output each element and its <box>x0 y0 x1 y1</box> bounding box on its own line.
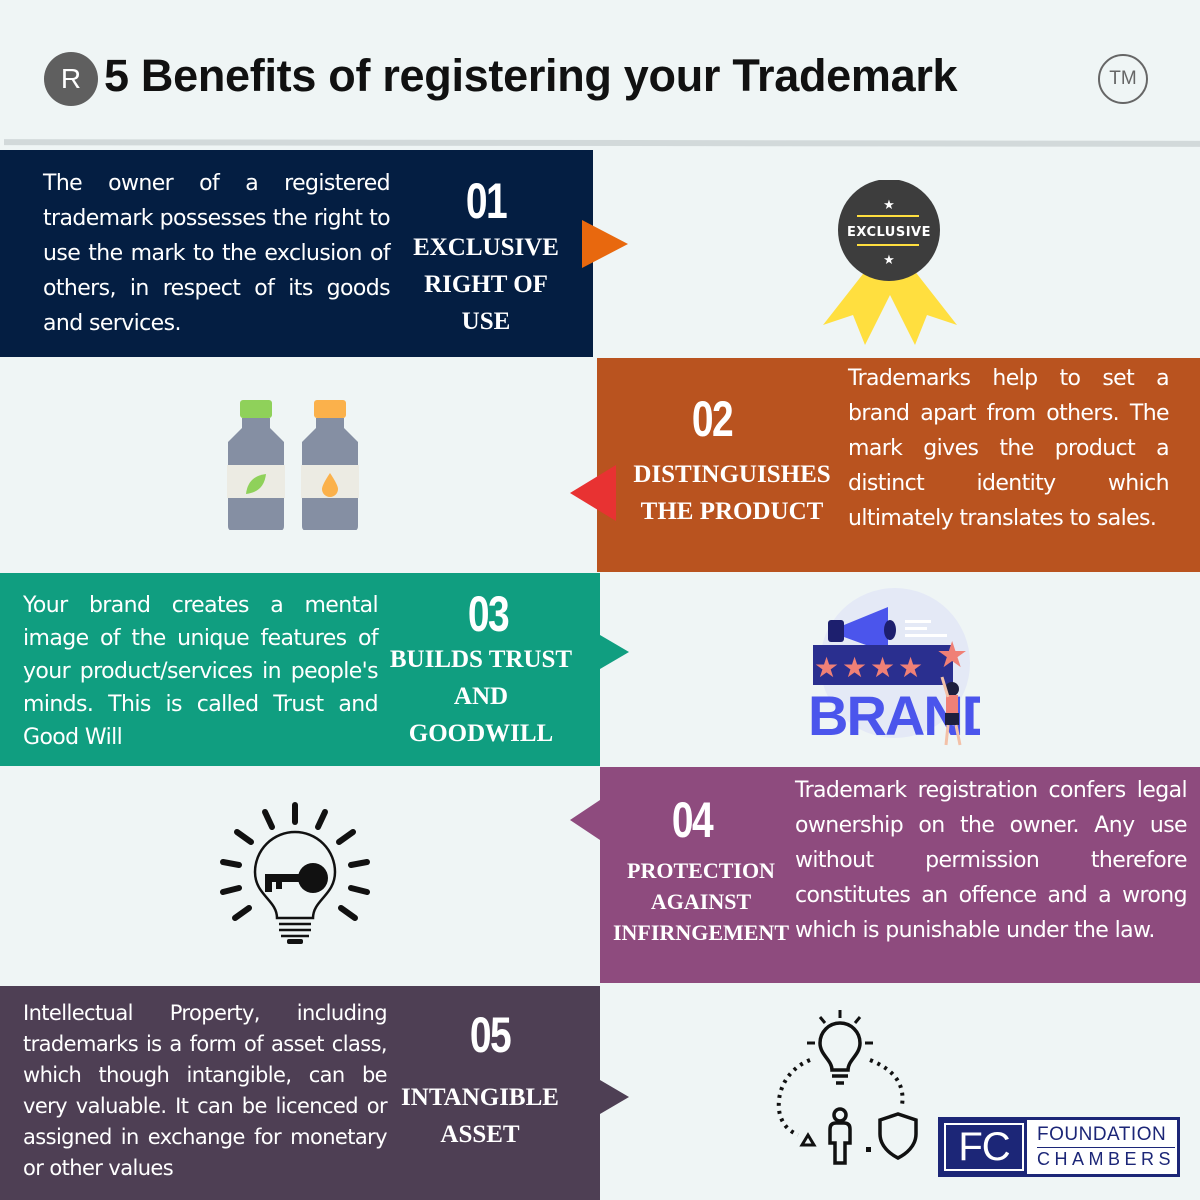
benefit-description: Trademark registration confers legal own… <box>795 778 1188 943</box>
foundation-chambers-logo: FC FOUNDATION CHAMBERS <box>938 1117 1180 1177</box>
benefit-description: The owner of a registered trademark poss… <box>43 171 391 336</box>
benefit-number: 01 <box>465 173 508 229</box>
brand-rating-icon: ★ ★ ★ ★ ★ BRAND <box>808 588 980 747</box>
heading-line: AND <box>453 683 509 710</box>
star-icon: ★ <box>883 198 895 213</box>
benefit-heading: DISTINGUISHES THE PRODUCT <box>627 456 837 530</box>
dotted-arc <box>869 1058 905 1106</box>
benefit-heading: BUILDS TRUST AND GOODWILL <box>385 641 577 752</box>
benefit-panel-01: The owner of a registered trademark poss… <box>0 150 593 357</box>
idea-protection-icon <box>776 1010 918 1165</box>
benefit-panel-03: Your brand creates a mental image of the… <box>0 573 600 766</box>
shield-icon <box>878 1112 918 1160</box>
bulb-tip <box>287 939 303 944</box>
heading-line: ASSET <box>440 1121 520 1148</box>
heading-line: INFIRNGEMENT <box>612 920 789 945</box>
heading-line: RIGHT OF <box>424 271 548 298</box>
arrow-right-icon <box>600 635 629 669</box>
bottle-orange <box>301 400 359 530</box>
heading-line: INTANGIBLE <box>401 1084 559 1111</box>
light-rays <box>220 802 370 921</box>
benefit-number: 03 <box>467 586 510 642</box>
benefit-panel-02: 02 DISTINGUISHES THE PRODUCT Trademarks … <box>597 358 1200 572</box>
heading-line: THE PRODUCT <box>640 498 824 525</box>
benefit-heading: EXCLUSIVE RIGHT OF USE <box>400 229 572 340</box>
registered-icon: R <box>44 52 98 106</box>
arrow-left-icon <box>570 465 616 521</box>
arrow-right-icon <box>600 1080 629 1114</box>
arrow-right-icon <box>582 220 628 268</box>
star-icon: ★ <box>898 651 923 684</box>
benefit-description: Intellectual Property, including tradema… <box>23 1001 388 1180</box>
benefit-heading: PROTECTION AGAINST INFIRNGEMENT <box>608 855 794 948</box>
badge-text: EXCLUSIVE <box>847 225 931 240</box>
logo-line2: CHAMBERS <box>1037 1149 1176 1169</box>
benefit-number: 05 <box>469 1007 512 1063</box>
star-icon: ★ <box>883 253 895 268</box>
heading-line: GOODWILL <box>408 720 554 747</box>
light-rays <box>807 1010 873 1045</box>
logo-wordmark: FOUNDATION CHAMBERS <box>1027 1120 1177 1174</box>
benefit-number: 04 <box>671 792 714 848</box>
heading-line: PROTECTION <box>627 858 775 883</box>
product-bottles-icon <box>227 400 359 530</box>
bulb-base <box>279 922 311 938</box>
heading-line: BUILDS TRUST <box>389 646 573 673</box>
heading-line: AGAINST <box>650 889 752 914</box>
lightbulb-key-icon <box>220 802 370 944</box>
star-icon: ★ <box>842 651 867 684</box>
bottle-green <box>227 400 285 530</box>
benefit-number: 02 <box>691 391 734 447</box>
trademark-icon: TM <box>1098 54 1148 104</box>
triangle-icon <box>799 1132 817 1147</box>
heading-line: EXCLUSIVE <box>413 234 559 261</box>
sound-line <box>905 620 931 623</box>
sound-line <box>905 627 927 630</box>
logo-line1: FOUNDATION <box>1037 1124 1175 1148</box>
star-icon: ★ <box>936 635 968 676</box>
exclusive-badge-icon: ★ EXCLUSIVE ★ <box>823 180 957 345</box>
key-icon <box>265 863 328 893</box>
page-title: 5 Benefits of registering your Trademark <box>104 50 958 101</box>
benefit-description: Trademarks help to set a brand apart fro… <box>848 366 1170 531</box>
logo-initials: FC <box>941 1120 1027 1174</box>
star-icon: ★ <box>870 651 895 684</box>
benefit-heading: INTANGIBLE ASSET <box>385 1079 575 1153</box>
dot <box>866 1147 871 1152</box>
header-divider <box>4 139 1200 147</box>
heading-line: DISTINGUISHES <box>633 461 831 488</box>
heading-line: USE <box>461 308 511 335</box>
badge-line <box>857 244 919 246</box>
benefit-panel-04: 04 PROTECTION AGAINST INFIRNGEMENT Trade… <box>600 767 1200 983</box>
arrow-left-icon <box>570 800 600 840</box>
benefit-description: Your brand creates a mental image of the… <box>23 593 379 750</box>
dotted-arc <box>776 1058 811 1137</box>
person-icon <box>828 1107 852 1165</box>
star-icon: ★ <box>814 651 839 684</box>
bulb-outline <box>818 1021 862 1072</box>
badge-line <box>857 215 919 217</box>
benefit-panel-05: Intellectual Property, including tradema… <box>0 986 600 1200</box>
